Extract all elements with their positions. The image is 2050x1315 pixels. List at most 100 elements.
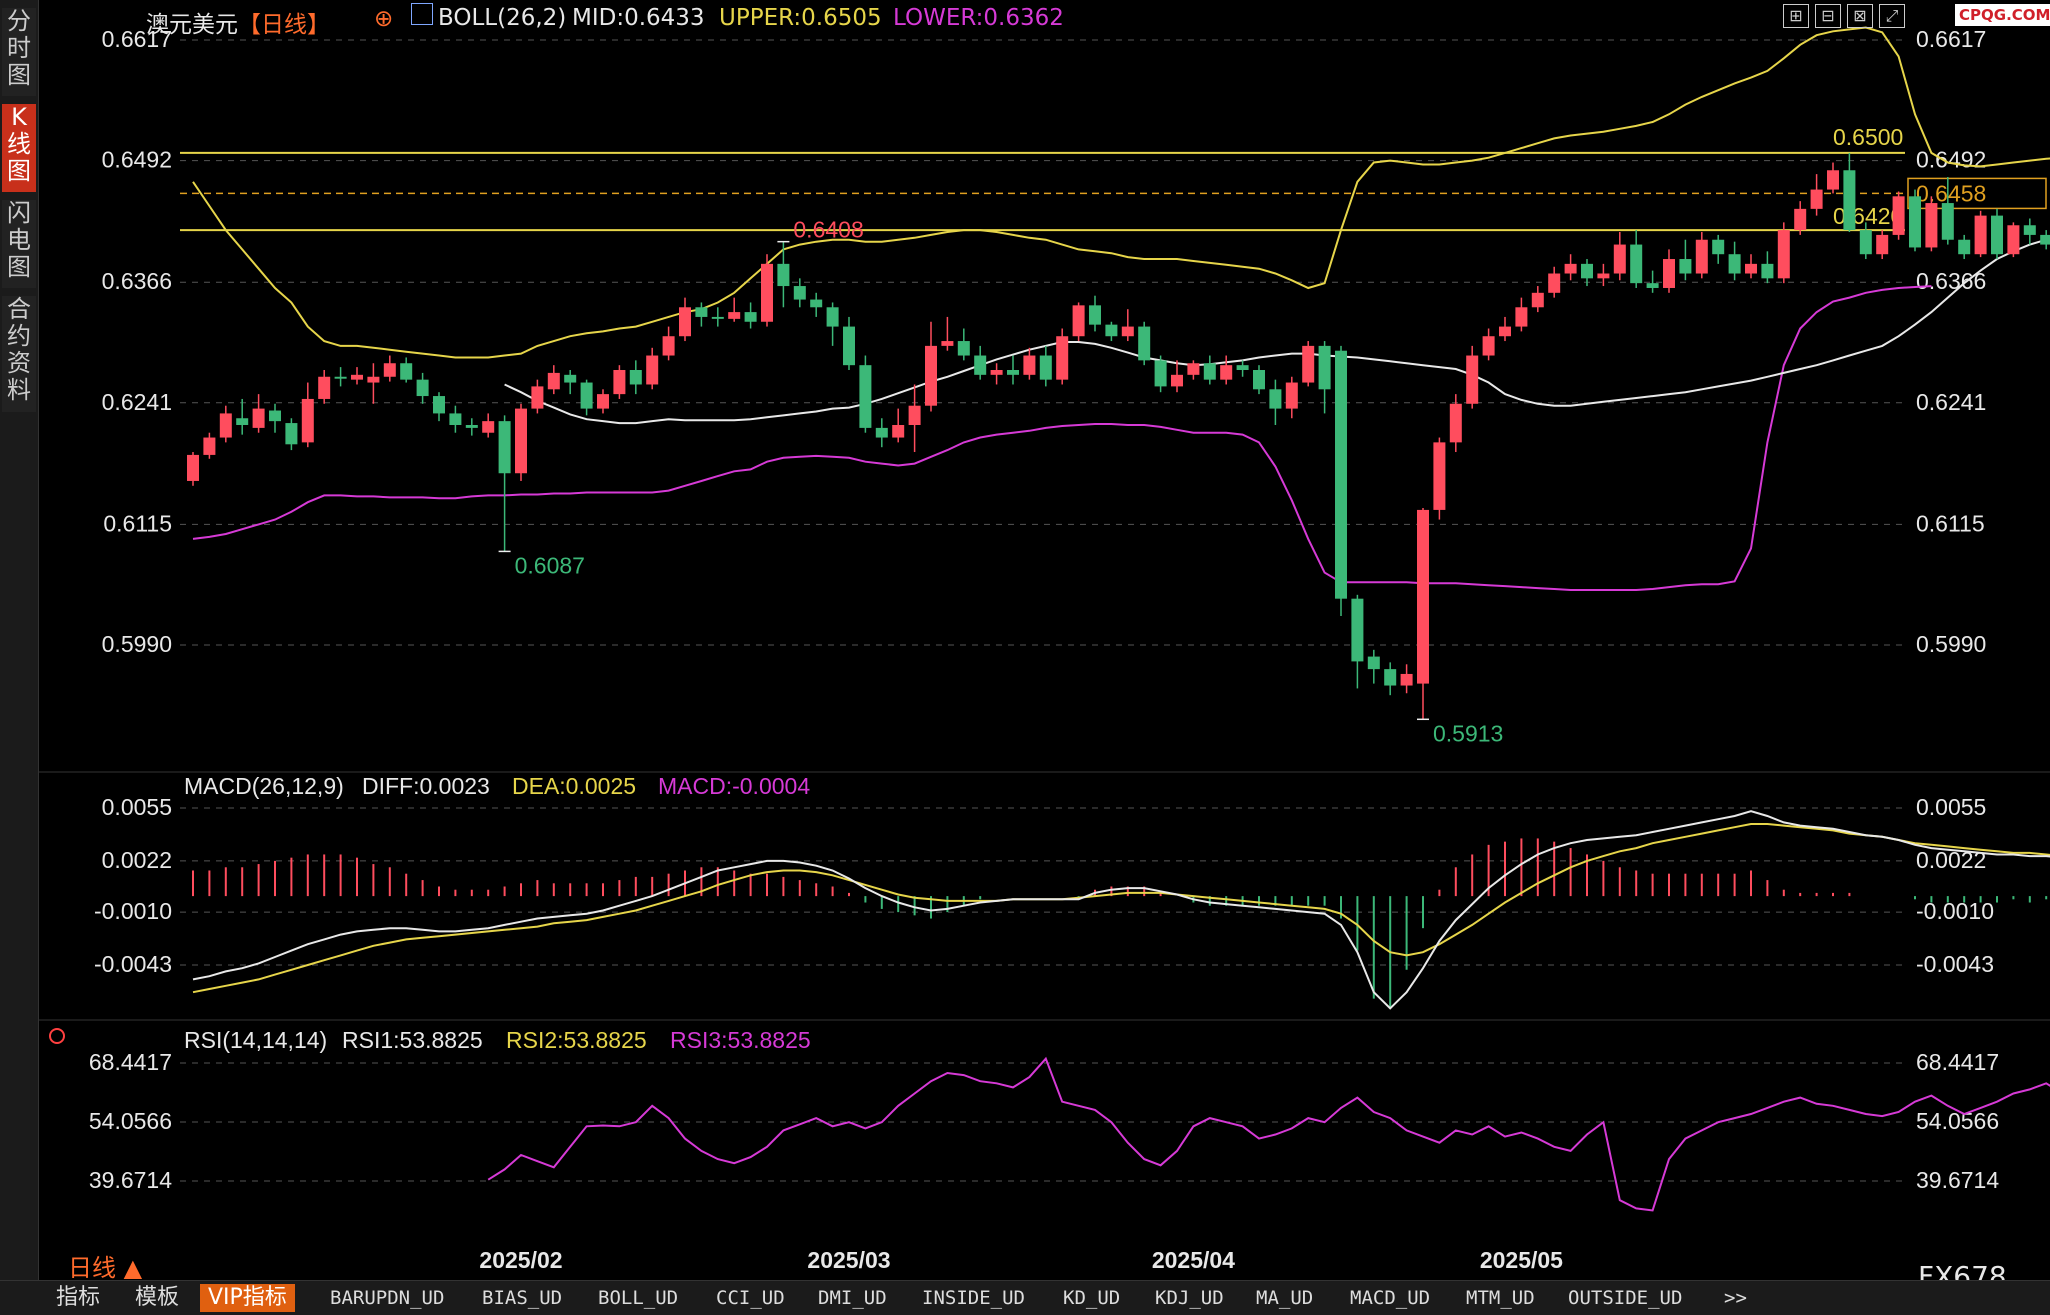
tab-more[interactable]: >> xyxy=(1724,1284,1747,1312)
candle-body xyxy=(859,365,872,428)
tab-mtm[interactable]: MTM_UD xyxy=(1466,1284,1535,1312)
candle-body xyxy=(1958,239,1971,255)
macd-diff-value: DIFF:0.0023 xyxy=(362,773,490,799)
macd-tick-right: -0.0010 xyxy=(1916,898,1994,924)
candle-body xyxy=(613,370,626,395)
candle-body xyxy=(597,394,609,409)
candle-body xyxy=(531,386,544,409)
period-tag[interactable]: 【日线】 xyxy=(238,5,330,39)
candle-body xyxy=(515,408,527,474)
candle-body xyxy=(1023,355,1036,375)
period-selector[interactable]: 日线 ▲ xyxy=(68,1248,142,1283)
time-axis-label: 2025/05 xyxy=(1480,1247,1563,1273)
candle-body xyxy=(1400,673,1413,686)
candle-body xyxy=(1515,307,1528,327)
sidebar-tab-kline[interactable]: K线图 xyxy=(2,104,36,192)
candle-body xyxy=(728,312,741,319)
rsi2-value: RSI2:53.8825 xyxy=(506,1027,647,1053)
sidebar-tab-lightning[interactable]: 闪电图 xyxy=(2,200,36,288)
candle-body xyxy=(1827,170,1839,190)
tab-outside[interactable]: OUTSIDE_UD xyxy=(1568,1284,1682,1312)
candle-body xyxy=(843,326,855,366)
tab-macd[interactable]: MACD_UD xyxy=(1350,1284,1430,1312)
candle-body xyxy=(629,370,642,385)
tab-dmi[interactable]: DMI_UD xyxy=(818,1284,887,1312)
candle-body xyxy=(1072,305,1085,337)
candle-body xyxy=(1597,273,1610,279)
tab-kdj[interactable]: KDJ_UD xyxy=(1155,1284,1224,1312)
tab-kd[interactable]: KD_UD xyxy=(1063,1284,1120,1312)
add-indicator-icon[interactable]: ⊕ xyxy=(374,6,393,32)
macd-dea-value: DEA:0.0025 xyxy=(512,773,636,799)
candle-body xyxy=(1253,370,1265,390)
candle-body xyxy=(1581,263,1593,279)
candle-body xyxy=(1187,363,1200,375)
price-tick-right: 0.6492 xyxy=(1916,147,1986,173)
candle-body xyxy=(1728,254,1741,274)
macd-tick-right: 0.0055 xyxy=(1916,794,1986,820)
candle-body xyxy=(1794,208,1807,231)
rsi-tick-right: 68.4417 xyxy=(1916,1049,1999,1075)
tab-inside[interactable]: INSIDE_UD xyxy=(922,1284,1025,1312)
zoom-out-icon[interactable]: ⊠ xyxy=(1847,4,1873,28)
tab-barupdn[interactable]: BARUPDN_UD xyxy=(330,1284,444,1312)
candle-body xyxy=(793,286,806,300)
candle-body xyxy=(383,363,396,377)
zoom-in-icon[interactable]: ⊟ xyxy=(1815,4,1841,28)
candle-body xyxy=(1449,403,1462,443)
sidebar-tab-fenshi[interactable]: 分时图 xyxy=(2,8,36,96)
time-axis-label: 2025/02 xyxy=(479,1247,562,1273)
kline-chart[interactable]: 0.6617 0.66170.6492 0.64920.6366 0.63660.62… xyxy=(0,0,2050,1280)
candle-body xyxy=(1154,360,1167,387)
candle-body xyxy=(449,413,462,425)
tab-indicators[interactable]: 指标 xyxy=(56,1284,100,1312)
tab-templates[interactable]: 模板 xyxy=(135,1284,179,1312)
boll-indicator-label[interactable]: BOLL(26,2) xyxy=(438,5,566,31)
tab-cci[interactable]: CCI_UD xyxy=(716,1284,785,1312)
candle-body xyxy=(1925,203,1938,248)
candle-body xyxy=(1138,326,1151,361)
sidebar: 分时图 K线图 闪电图 合约资料 xyxy=(0,0,39,1280)
price-tick-right: 0.6366 xyxy=(1916,268,1986,294)
candle-body xyxy=(301,398,314,443)
rsi1-value: RSI1:53.8825 xyxy=(342,1027,483,1053)
candle-body xyxy=(990,370,1003,375)
candle-body xyxy=(1810,189,1823,209)
annotation-low-jan: 0.6087 xyxy=(515,552,585,578)
fullscreen-icon[interactable]: ⤢ xyxy=(1879,4,1905,28)
tab-ma[interactable]: MA_UD xyxy=(1256,1284,1313,1312)
candle-body xyxy=(1171,374,1183,387)
candle-body xyxy=(761,263,773,322)
candle-body xyxy=(498,421,511,474)
watermark-logo: CPQG.COM xyxy=(1955,4,2050,26)
candle-body xyxy=(1909,196,1921,248)
candle-body xyxy=(695,307,708,317)
candle-body xyxy=(400,363,413,380)
candle-body xyxy=(1105,324,1118,337)
candle-body xyxy=(219,413,232,438)
candle-body xyxy=(465,425,478,428)
price-tick-right: 0.6115 xyxy=(1916,510,1985,536)
candle-body xyxy=(1417,509,1429,684)
rsi-tick-right: 54.0566 xyxy=(1916,1108,1999,1134)
tab-boll[interactable]: BOLL_UD xyxy=(598,1284,678,1312)
candle-body xyxy=(1613,244,1626,274)
candle-body xyxy=(285,423,298,445)
tab-bias[interactable]: BIAS_UD xyxy=(482,1284,562,1312)
candle-body xyxy=(1499,326,1511,337)
candle-body xyxy=(1630,244,1643,284)
crosshair-icon[interactable]: ⊞ xyxy=(1783,4,1809,28)
candle-body xyxy=(1335,350,1347,599)
candle-body xyxy=(1039,355,1052,380)
candle-body xyxy=(1876,234,1889,255)
candle-body xyxy=(826,307,839,327)
candle-body xyxy=(1007,370,1019,375)
sidebar-tab-contract-info[interactable]: 合约资料 xyxy=(2,296,36,412)
candle-body xyxy=(2007,225,2020,255)
candle-body xyxy=(711,316,724,319)
candle-body xyxy=(1941,203,1954,240)
candle-body xyxy=(1121,326,1134,337)
candle-body xyxy=(564,374,577,383)
tab-vip-indicators[interactable]: VIP指标 xyxy=(200,1284,295,1312)
candle-body xyxy=(875,427,888,438)
